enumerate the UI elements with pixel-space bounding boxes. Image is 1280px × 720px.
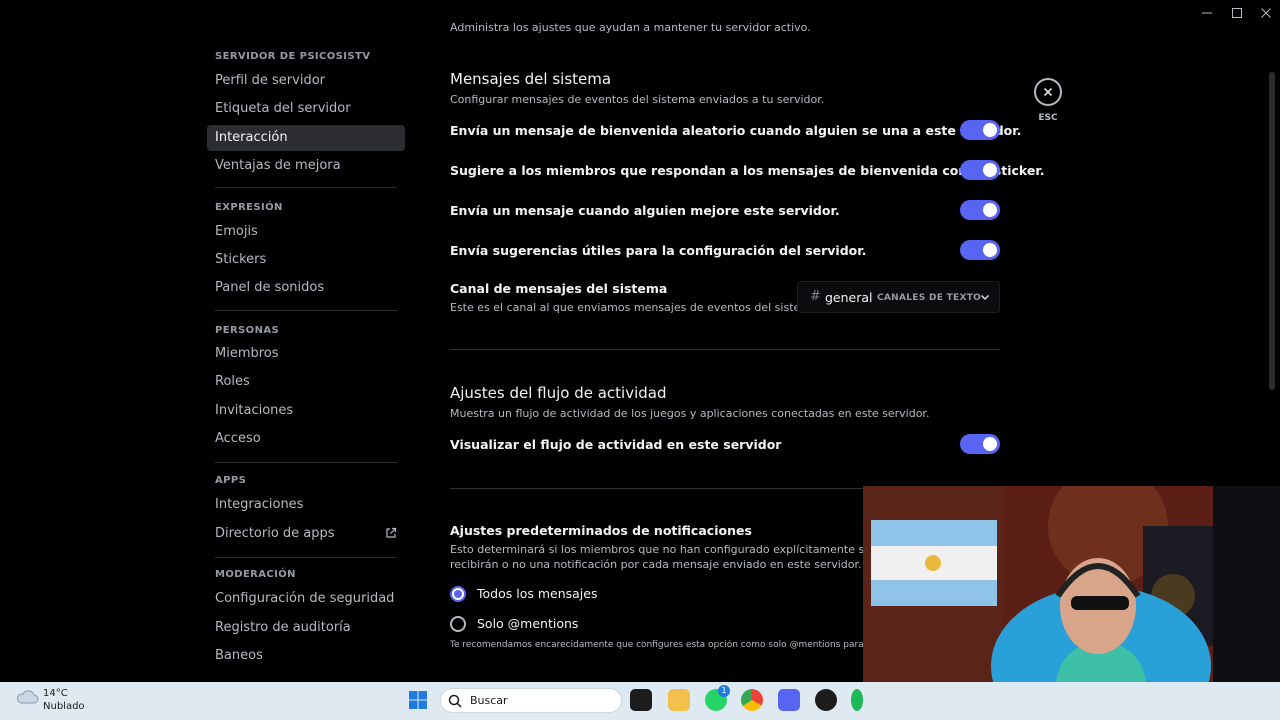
system-messages-title: Mensajes del sistema	[450, 70, 612, 88]
sidebar-item-app-directory[interactable]: Directorio de apps	[207, 521, 405, 547]
sidebar-divider	[215, 557, 397, 558]
sidebar-item-engagement[interactable]: Interacción	[207, 125, 405, 151]
sidebar-item-members[interactable]: Miembros	[207, 341, 405, 367]
system-channel-title: Canal de mensajes del sistema	[450, 281, 668, 296]
settings-sidebar: SERVIDOR DE PSICOSISTV Perfil de servido…	[0, 0, 417, 682]
toggle-boost-message[interactable]	[960, 200, 1000, 220]
maximize-icon[interactable]	[1230, 6, 1244, 20]
sidebar-item-access[interactable]: Acceso	[207, 426, 405, 452]
sidebar-header-server: SERVIDOR DE PSICOSISTV	[215, 51, 371, 62]
sidebar-divider	[215, 462, 397, 463]
notification-hint: Te recomendamos encarecidamente que conf…	[450, 640, 863, 650]
toggle-sticker-reply[interactable]	[960, 160, 1000, 180]
system-channel-description: Este es el canal al que enviamos mensaje…	[450, 301, 822, 314]
esc-label: ESC	[1038, 113, 1058, 123]
sidebar-divider	[215, 310, 397, 311]
sidebar-item-server-profile[interactable]: Perfil de servidor	[207, 68, 405, 94]
hash-icon: #	[810, 289, 821, 304]
sidebar-item-bans[interactable]: Baneos	[207, 643, 405, 669]
close-icon	[1043, 87, 1053, 97]
sidebar-header-expression: EXPRESIÓN	[215, 202, 283, 213]
obs-icon[interactable]	[815, 689, 837, 711]
radio-only-mentions-label[interactable]: Solo @mentions	[477, 616, 578, 631]
sidebar-item-soundboard[interactable]: Panel de sonidos	[207, 275, 405, 301]
sidebar-item-boost-perks[interactable]: Ventajas de mejora	[207, 153, 405, 179]
sidebar-header-apps: APPS	[215, 475, 247, 486]
radio-only-mentions[interactable]	[450, 616, 466, 632]
sidebar-item-invites[interactable]: Invitaciones	[207, 398, 405, 424]
spotify-icon[interactable]	[851, 689, 863, 711]
sidebar-item-safety-setup[interactable]: Configuración de seguridad	[207, 586, 405, 612]
discord-icon[interactable]	[778, 689, 800, 711]
sidebar-item-audit-log[interactable]: Registro de auditoría	[207, 615, 405, 641]
radio-all-messages-label[interactable]: Todos los mensajes	[477, 586, 597, 601]
taskbar-search-placeholder: Buscar	[470, 694, 508, 707]
notification-badge: 1	[718, 685, 730, 697]
sidebar-item-roles[interactable]: Roles	[207, 369, 405, 395]
radio-all-messages[interactable]	[450, 586, 466, 602]
channel-category: CANALES DE TEXTO	[877, 293, 982, 303]
notification-defaults-description-1: Esto determinará si los miembros que no …	[450, 543, 920, 556]
taskbar-search-input[interactable]	[440, 688, 622, 713]
minimize-icon[interactable]	[1200, 6, 1214, 20]
option-random-welcome-label: Envía un mensaje de bienvenida aleatorio…	[450, 123, 1022, 138]
sidebar-item-integrations[interactable]: Integraciones	[207, 492, 405, 518]
sidebar-header-people: PERSONAS	[215, 325, 280, 336]
scrollbar-thumb[interactable]	[1269, 72, 1275, 390]
toggle-random-welcome[interactable]	[960, 120, 1000, 140]
notification-defaults-description-2: recibirán o no una notificación por cada…	[450, 558, 862, 571]
window-close-icon[interactable]	[1259, 6, 1273, 20]
toggle-activity-feed[interactable]	[960, 434, 1000, 454]
sidebar-item-stickers[interactable]: Stickers	[207, 247, 405, 273]
system-messages-description: Configurar mensajes de eventos del siste…	[450, 93, 825, 106]
weather-temperature[interactable]: 14°C	[43, 688, 68, 699]
sidebar-divider	[215, 187, 397, 188]
option-setup-tips-label: Envía sugerencias útiles para la configu…	[450, 243, 867, 258]
sidebar-item-server-tag[interactable]: Etiqueta del servidor	[207, 96, 405, 122]
windows-start-icon[interactable]	[408, 690, 428, 710]
option-sticker-reply-label: Sugiere a los miembros que respondan a l…	[450, 163, 1045, 178]
task-view-icon[interactable]	[630, 689, 652, 711]
option-boost-message-label: Envía un mensaje cuando alguien mejore e…	[450, 203, 840, 218]
cloud-icon[interactable]	[15, 688, 39, 708]
sidebar-header-moderation: MODERACIÓN	[215, 569, 296, 580]
system-channel-select[interactable]: # general CANALES DE TEXTO	[797, 281, 1000, 313]
sidebar-item-emojis[interactable]: Emojis	[207, 219, 405, 245]
chrome-icon[interactable]	[741, 689, 763, 711]
activity-feed-title: Ajustes del flujo de actividad	[450, 384, 667, 402]
section-top-description: Administra los ajustes que ayudan a mant…	[450, 21, 811, 34]
selected-channel: general	[825, 290, 873, 305]
sidebar-item-label: Directorio de apps	[215, 526, 335, 541]
close-settings-button[interactable]	[1034, 78, 1062, 106]
chevron-down-icon	[980, 294, 990, 301]
activity-feed-description: Muestra un flujo de actividad de los jue…	[450, 407, 930, 420]
file-explorer-icon[interactable]	[668, 689, 690, 711]
external-link-icon	[386, 527, 397, 538]
section-divider	[450, 349, 1000, 350]
notification-defaults-title: Ajustes predeterminados de notificacione…	[450, 523, 752, 538]
activity-feed-option-label: Visualizar el flujo de actividad en este…	[450, 437, 782, 452]
weather-status[interactable]: Nublado	[43, 701, 85, 712]
toggle-setup-tips[interactable]	[960, 240, 1000, 260]
search-icon	[448, 694, 462, 708]
